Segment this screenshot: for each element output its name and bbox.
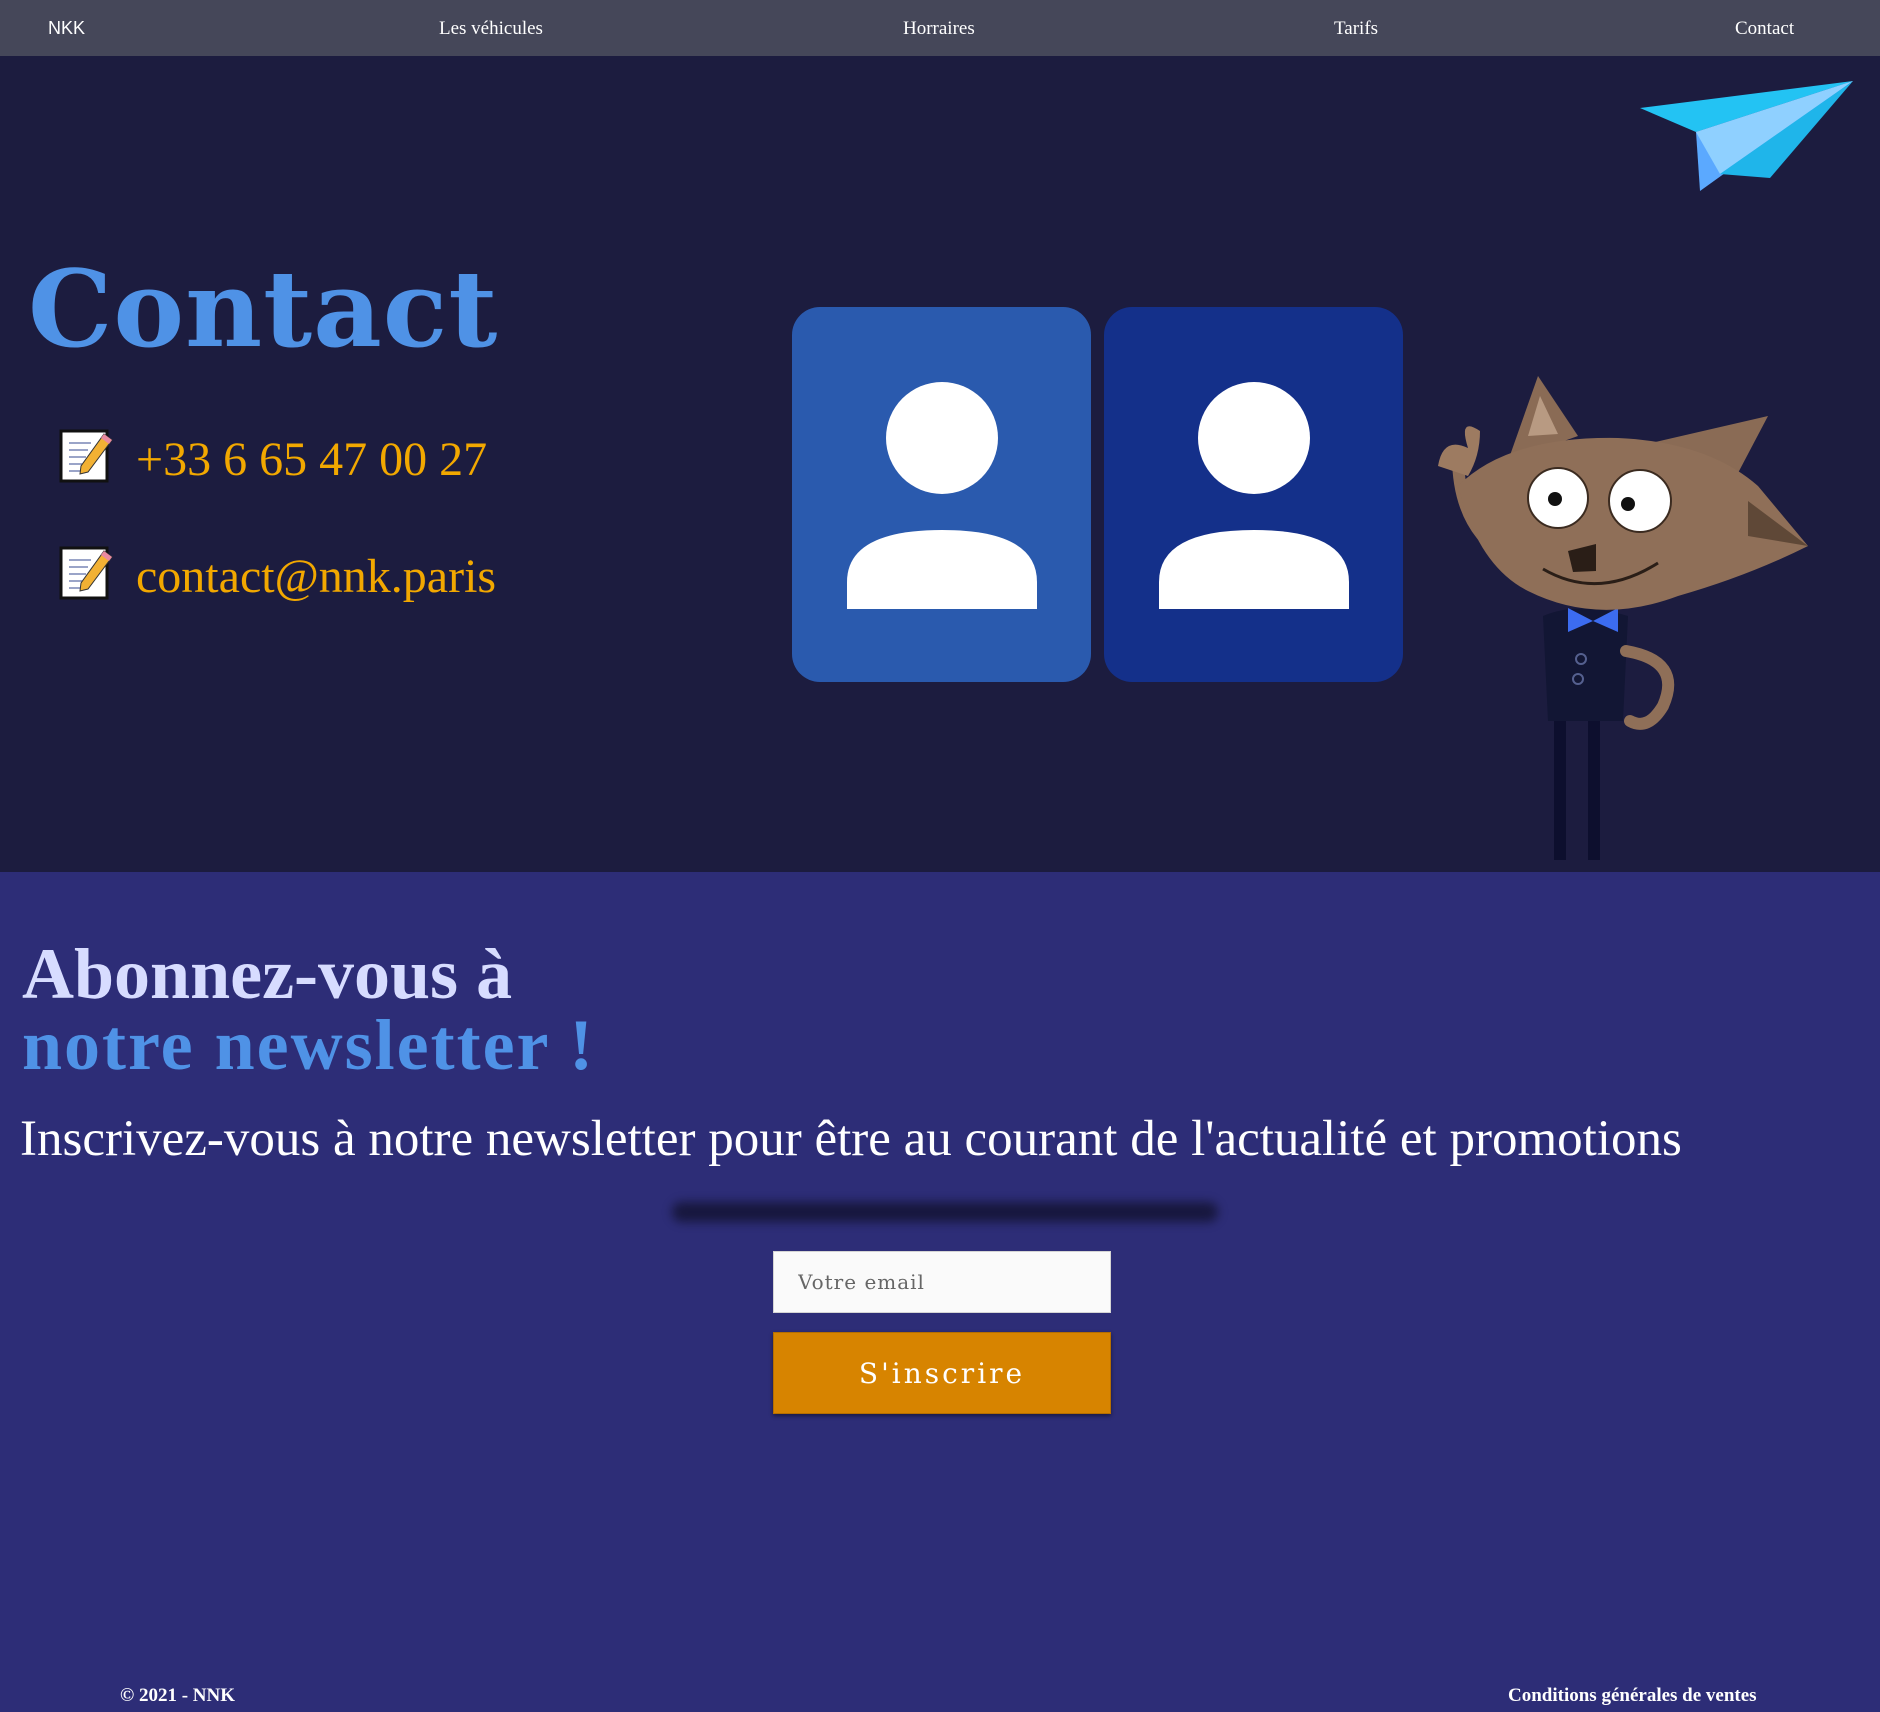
team-card-2 [1104, 307, 1403, 682]
subscribe-button[interactable]: S'inscrire [773, 1332, 1111, 1414]
decorative-shadow-divider [672, 1202, 1218, 1222]
email-address[interactable]: contact@nnk.paris [136, 549, 496, 604]
user-avatar-icon [1159, 382, 1349, 609]
footer-copyright: © 2021 - NNK [120, 1685, 235, 1706]
newsletter-heading-line2: notre newsletter ! [22, 1005, 596, 1085]
nav-item-contact[interactable]: Contact [1735, 18, 1794, 40]
top-navbar: NKK Les véhicules Horraires Tarifs Conta… [0, 0, 1880, 56]
nav-item-horraires[interactable]: Horraires [903, 18, 975, 40]
brand-link[interactable]: NKK [48, 18, 85, 39]
newsletter-email-input[interactable] [773, 1251, 1111, 1313]
memo-pencil-icon [59, 546, 113, 600]
footer-terms-link[interactable]: Conditions générales de ventes [1508, 1685, 1757, 1707]
paper-plane-icon [1640, 81, 1853, 191]
nav-item-vehicules[interactable]: Les véhicules [439, 18, 543, 40]
newsletter-subtitle: Inscrivez-vous à notre newsletter pour ê… [20, 1111, 1682, 1167]
page-title: Contact [28, 246, 499, 371]
memo-pencil-icon [59, 429, 113, 483]
nav-item-tarifs[interactable]: Tarifs [1334, 18, 1378, 40]
cat-mascot-icon [1438, 376, 1808, 860]
newsletter-heading-line1: Abonnez-vous à [22, 934, 513, 1014]
team-card-1 [792, 307, 1091, 682]
phone-number[interactable]: +33 6 65 47 00 27 [136, 432, 487, 487]
contact-hero: Contact +33 6 65 47 00 27 contact@nnk.pa… [0, 56, 1880, 872]
user-avatar-icon [847, 382, 1037, 609]
